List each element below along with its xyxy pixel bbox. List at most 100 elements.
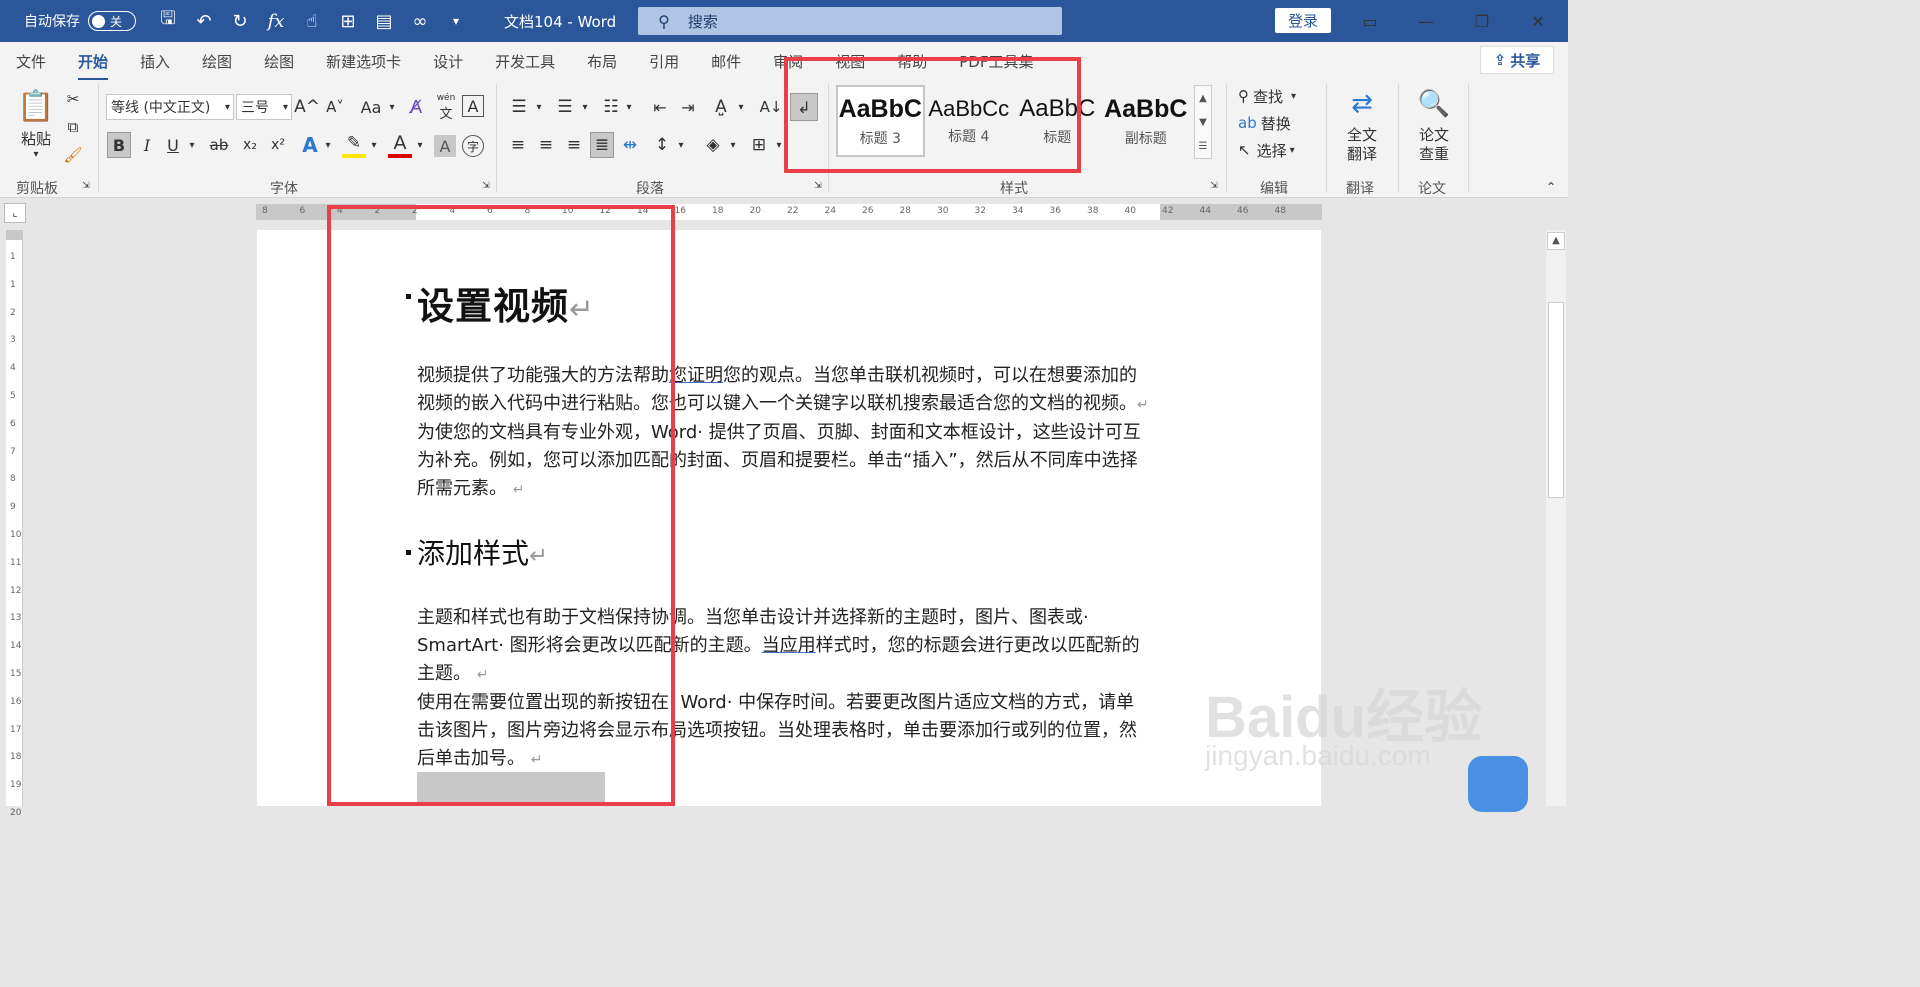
copy-icon[interactable]: ⧉ <box>62 116 84 138</box>
tab-view[interactable]: 视图 <box>819 51 881 72</box>
org-chart-icon[interactable]: ⊞ <box>336 11 360 32</box>
paper-check-icon[interactable]: 🔍 <box>1414 86 1454 122</box>
underline-button[interactable]: U <box>162 132 184 158</box>
ribbon-display-icon[interactable]: ▭ <box>1342 0 1398 42</box>
chevron-down-icon[interactable]: ▾ <box>736 94 746 120</box>
align-left-icon[interactable]: ≡ <box>506 132 530 158</box>
bullets-icon[interactable]: ☰ <box>506 94 532 120</box>
multilevel-list-icon[interactable]: ☷ <box>598 94 624 120</box>
scrollbar-thumb[interactable] <box>1548 302 1564 498</box>
infinity-icon[interactable]: ∞ <box>408 11 432 32</box>
paragraph-3[interactable]: 主题和样式也有助于文档保持协调。当您单击设计并选择新的主题时，图片、图表或· S… <box>417 604 1163 774</box>
italic-button[interactable]: I <box>136 132 158 158</box>
search-box[interactable]: ⚲ 搜索 <box>638 7 1063 35</box>
tab-new-tab[interactable]: 新建选项卡 <box>310 51 417 72</box>
collapse-ribbon-icon[interactable]: ⌃ <box>1542 180 1560 194</box>
clear-format-icon[interactable]: A̸ <box>404 94 428 120</box>
shading-icon[interactable]: ◈ <box>700 132 726 158</box>
font-face-select[interactable]: 等线 (中文正文) ▾ <box>106 94 234 120</box>
tab-help[interactable]: 帮助 <box>881 51 943 72</box>
chevron-down-icon[interactable]: ▾ <box>774 132 784 158</box>
document-icon[interactable]: ▤ <box>372 11 396 32</box>
close-icon[interactable]: ✕ <box>1510 0 1566 42</box>
justify-icon[interactable]: ≣ <box>590 132 614 158</box>
text-direction-icon[interactable]: A̺ <box>708 94 734 120</box>
touch-mode-icon[interactable]: ☝ <box>300 11 324 32</box>
style-title[interactable]: AaBbC 标题 <box>1013 85 1102 157</box>
chevron-down-icon[interactable]: ▾ <box>368 132 380 158</box>
vertical-scrollbar[interactable]: ▲ <box>1546 230 1566 806</box>
chevron-down-icon[interactable]: ▾ <box>322 132 334 158</box>
floating-app-icon[interactable] <box>1468 756 1528 812</box>
chevron-down-icon[interactable]: ▾ <box>728 132 738 158</box>
tab-pdf-tools[interactable]: PDF工具集 <box>943 51 1049 72</box>
paste-button[interactable]: 粘贴 <box>14 128 58 148</box>
insert-function-icon[interactable]: fx <box>264 11 288 32</box>
scroll-down-icon[interactable]: ▼ <box>1199 117 1207 128</box>
replace-button[interactable]: ab 替换 <box>1238 110 1314 136</box>
align-center-icon[interactable]: ≡ <box>534 132 558 158</box>
tab-developer[interactable]: 开发工具 <box>479 51 571 72</box>
autosave[interactable]: 自动保存 关 <box>24 11 136 31</box>
customize-toolbar-icon[interactable]: ▾ <box>444 14 468 28</box>
redo-icon[interactable]: ↻ <box>228 11 252 32</box>
increase-indent-icon[interactable]: ⇥ <box>676 94 700 120</box>
tab-draw[interactable]: 绘图 <box>186 51 248 72</box>
font-launcher-icon[interactable]: ⇲ <box>480 180 492 192</box>
tab-references[interactable]: 引用 <box>633 51 695 72</box>
superscript-button[interactable]: x² <box>266 132 290 158</box>
align-right-icon[interactable]: ≡ <box>562 132 586 158</box>
line-spacing-icon[interactable]: ↕ <box>650 132 674 158</box>
heading-2[interactable]: 添加样式↵ <box>417 532 548 572</box>
styles-launcher-icon[interactable]: ⇲ <box>1208 180 1220 192</box>
style-heading-3[interactable]: AaBbC 标题 3 <box>836 85 925 157</box>
numbering-icon[interactable]: ☰ <box>552 94 578 120</box>
restore-icon[interactable]: ❐ <box>1454 0 1510 42</box>
chevron-down-icon[interactable]: ▾ <box>676 132 686 158</box>
format-painter-icon[interactable]: 🖌 <box>62 144 84 166</box>
login-button[interactable]: 登录 <box>1275 8 1331 33</box>
select-button[interactable]: ↖ 选择 ▾ <box>1238 137 1314 163</box>
bold-button[interactable]: B <box>107 132 131 158</box>
gallery-more-icon[interactable]: ☰ <box>1199 141 1208 152</box>
chevron-down-icon[interactable]: ▾ <box>186 132 198 158</box>
paragraph-1[interactable]: 视频提供了功能强大的方法帮助您证明您的观点。当您单击联机视频时，可以在想要添加的… <box>417 362 1163 504</box>
character-shading-icon[interactable]: A <box>434 135 456 157</box>
find-button[interactable]: ⚲ 查找 ▾ <box>1238 83 1314 109</box>
phonetic-guide-button[interactable]: wén 文 <box>434 92 458 122</box>
style-subtitle[interactable]: AaBbC 副标题 <box>1102 85 1191 157</box>
tab-mailings[interactable]: 邮件 <box>695 51 757 72</box>
share-button[interactable]: ⇪ 共享 <box>1480 46 1554 74</box>
chevron-down-icon[interactable]: ▾ <box>624 94 634 120</box>
subscript-button[interactable]: x₂ <box>238 132 262 158</box>
style-heading-4[interactable]: AaBbCc 标题 4 <box>925 85 1014 157</box>
chevron-down-icon[interactable]: ▾ <box>414 132 426 158</box>
autosave-toggle[interactable]: 关 <box>88 11 136 31</box>
style-gallery-scroll[interactable]: ▲ ▼ ☰ <box>1194 85 1212 159</box>
paper-check-button[interactable]: 论文 查重 <box>1408 126 1460 164</box>
show-marks-icon[interactable]: ↲ <box>790 93 818 121</box>
highlight-icon[interactable]: ✎ <box>342 132 366 158</box>
save-icon[interactable]: 🖫 <box>156 6 180 36</box>
heading-1[interactable]: 设置视频↵ <box>417 276 595 330</box>
scroll-up-arrow-icon[interactable]: ▲ <box>1547 232 1565 250</box>
character-border-icon[interactable]: A <box>462 95 484 117</box>
grow-font-button[interactable]: A^ <box>294 94 320 120</box>
font-size-select[interactable]: 三号 ▾ <box>236 94 292 120</box>
change-case-button[interactable]: Aa <box>356 94 386 120</box>
sort-icon[interactable]: A↓ <box>758 94 784 120</box>
paste-icon[interactable]: 📋 <box>16 86 56 126</box>
tab-design[interactable]: 设计 <box>417 51 479 72</box>
borders-icon[interactable]: ⊞ <box>746 132 772 158</box>
text-effects-icon[interactable]: A <box>298 132 322 158</box>
distributed-icon[interactable]: ⇹ <box>618 132 642 158</box>
tab-insert[interactable]: 插入 <box>124 51 186 72</box>
tab-layout[interactable]: 布局 <box>571 51 633 72</box>
tab-home[interactable]: 开始 <box>62 51 124 81</box>
chevron-down-icon[interactable]: ▾ <box>386 94 398 120</box>
translate-icon[interactable]: ⇄ <box>1342 86 1382 122</box>
paragraph-launcher-icon[interactable]: ⇲ <box>812 180 824 192</box>
document-page[interactable]: 设置视频↵ 视频提供了功能强大的方法帮助您证明您的观点。当您单击联机视频时，可以… <box>257 230 1321 806</box>
clipboard-launcher-icon[interactable]: ⇲ <box>80 180 92 192</box>
tab-review[interactable]: 审阅 <box>757 51 819 72</box>
